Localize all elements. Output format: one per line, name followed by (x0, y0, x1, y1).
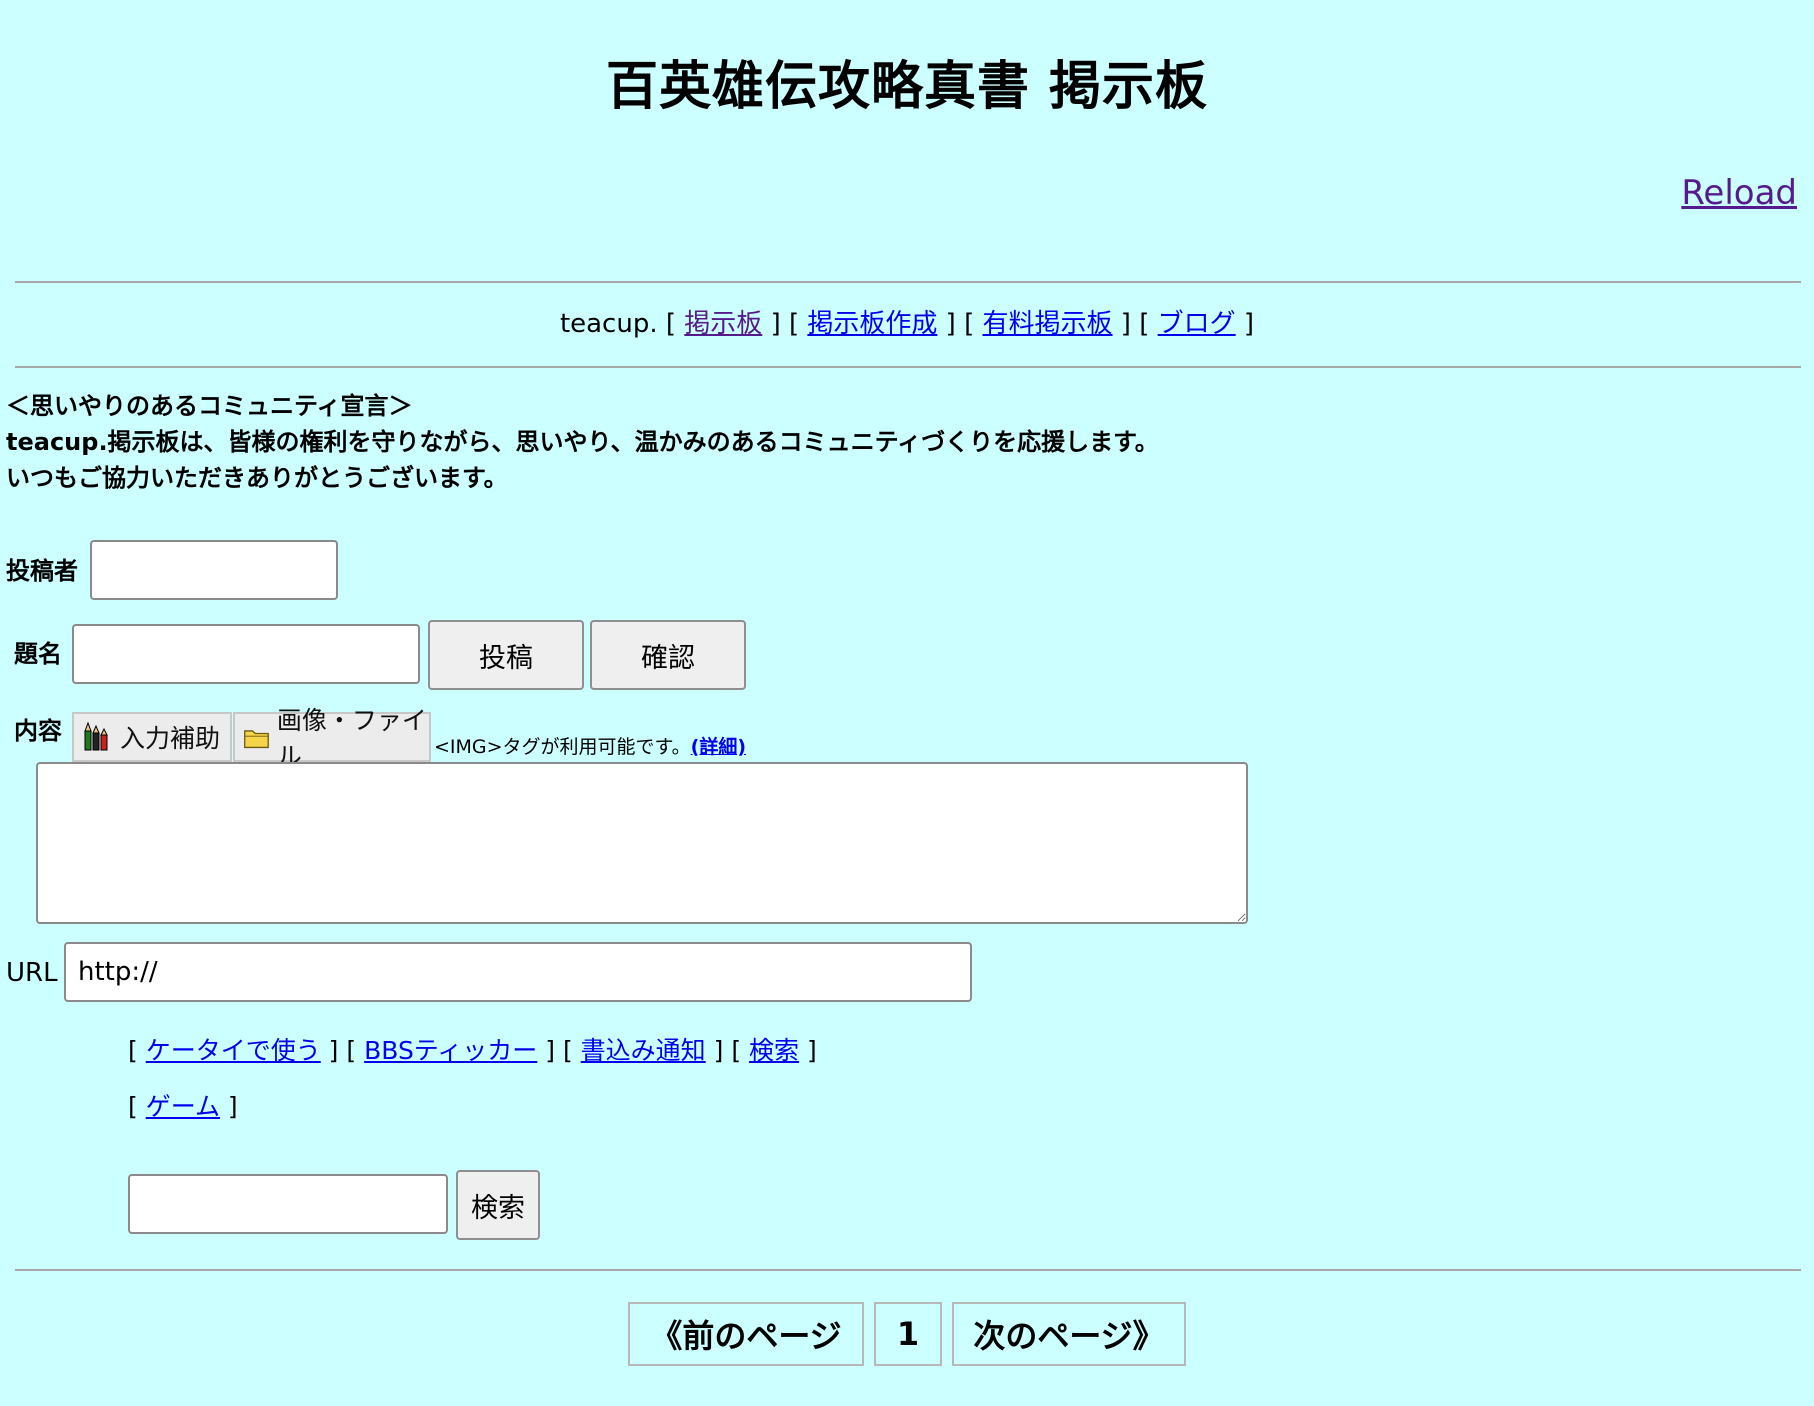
search-button[interactable]: 検索 (456, 1170, 540, 1240)
teacup-nav: teacup. [ 掲示板 ] [ 掲示板作成 ] [ 有料掲示板 ] [ ブロ… (559, 309, 1255, 339)
page-title: 百英雄伝攻略真書 掲示板 (605, 57, 1209, 117)
current-page-indicator[interactable]: 1 (874, 1302, 942, 1366)
link-game[interactable]: ゲーム (146, 1092, 220, 1121)
nav-link-create-bbs[interactable]: 掲示板作成 (807, 309, 937, 339)
content-textarea[interactable] (36, 762, 1248, 924)
folder-icon (244, 730, 269, 749)
post-button[interactable]: 投稿 (428, 620, 584, 690)
utility-links-row: [ ケータイで使う ] [ BBSティッカー ] [ 書込み通知 ] [ 検索 … (128, 1036, 817, 1065)
confirm-button[interactable]: 確認 (590, 620, 746, 690)
declaration-heading: ＜思いやりのあるコミュニティ宣言＞ (6, 392, 413, 420)
url-input[interactable] (64, 942, 972, 1002)
author-input[interactable] (90, 540, 338, 600)
img-tag-note: <IMG>タグが利用可能です。(詳細) (434, 734, 746, 760)
reload-link[interactable]: Reload (1681, 172, 1797, 214)
url-label: URL (6, 958, 58, 988)
utility-links-row: [ ゲーム ] (128, 1092, 238, 1121)
input-assist-button[interactable]: 入力補助 (72, 712, 232, 762)
link-post-notify[interactable]: 書込み通知 (581, 1036, 706, 1065)
subject-input[interactable] (72, 624, 420, 684)
prev-page-button[interactable]: 《前のページ (628, 1302, 864, 1366)
input-assist-label: 入力補助 (120, 724, 221, 753)
img-tag-note-text: <IMG>タグが利用可能です。 (434, 736, 691, 758)
declaration-line: teacup.掲示板は、皆様の権利を守りながら、思いやり、温かみのあるコミュニテ… (6, 428, 1159, 456)
nav-link-bbs[interactable]: 掲示板 (684, 309, 762, 339)
bbs-page: 百英雄伝攻略真書 掲示板 Reload teacup. [ 掲示板 ] [ 掲示… (0, 0, 1814, 1406)
img-tag-details-link[interactable]: (詳細) (691, 736, 746, 758)
link-search[interactable]: 検索 (749, 1036, 799, 1065)
divider (15, 1269, 1801, 1271)
search-input[interactable] (128, 1174, 448, 1234)
link-mobile[interactable]: ケータイで使う (146, 1036, 321, 1065)
link-bbs-ticker[interactable]: BBSティッカー (364, 1036, 537, 1065)
declaration-line: いつもご協力いただきありがとうございます。 (6, 464, 508, 492)
author-label: 投稿者 (6, 557, 78, 585)
divider (15, 366, 1801, 368)
community-declaration: ＜思いやりのあるコミュニティ宣言＞ teacup.掲示板は、皆様の権利を守りなが… (6, 388, 1159, 496)
pencil-icon (84, 722, 108, 751)
nav-link-paid-bbs[interactable]: 有料掲示板 (983, 309, 1113, 339)
image-file-button[interactable]: 画像・ファイル (233, 706, 431, 771)
nav-link-blog[interactable]: ブログ (1158, 309, 1236, 339)
teacup-prefix: teacup. (559, 309, 658, 339)
subject-label: 題名 (14, 640, 62, 668)
next-page-button[interactable]: 次のページ》 (952, 1302, 1186, 1366)
content-label: 内容 (14, 717, 62, 745)
divider (15, 281, 1801, 283)
